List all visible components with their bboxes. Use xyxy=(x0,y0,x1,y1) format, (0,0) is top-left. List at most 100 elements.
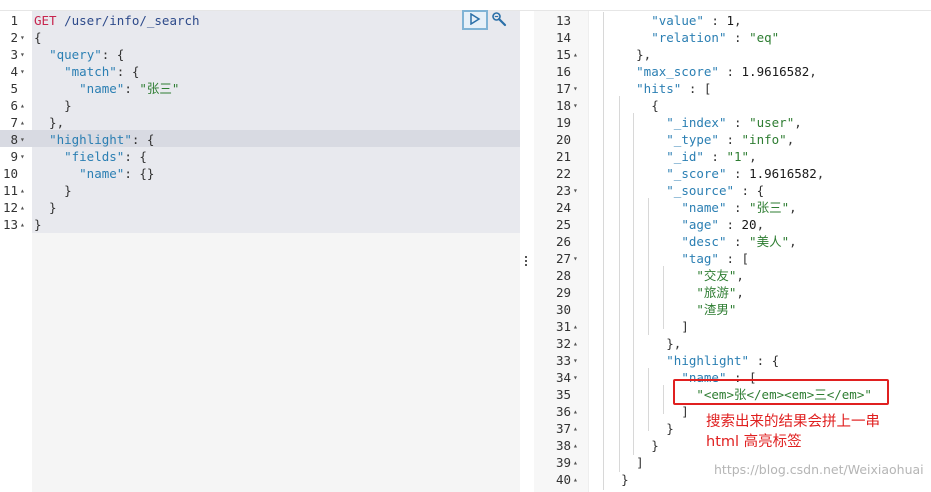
fold-end-icon[interactable]: ▴ xyxy=(20,114,25,131)
response-line-number: 20 xyxy=(555,132,571,147)
pane-splitter[interactable] xyxy=(520,11,534,492)
response-code-line[interactable]: }, xyxy=(591,46,651,63)
fold-end-icon[interactable]: ▴ xyxy=(20,97,25,114)
response-code-line[interactable]: "_index" : "user", xyxy=(591,114,801,131)
fold-end-icon[interactable]: ▴ xyxy=(573,420,578,437)
response-code-line[interactable]: "max_score" : 1.9616582, xyxy=(591,63,817,80)
response-code-line[interactable]: }, xyxy=(591,335,681,352)
response-code-line[interactable]: "旅游", xyxy=(591,284,744,301)
request-code-line[interactable]: }, xyxy=(34,114,64,131)
request-token: } xyxy=(34,183,72,198)
fold-end-icon[interactable]: ▴ xyxy=(573,471,578,488)
request-token: "张三" xyxy=(139,81,180,96)
wrench-icon xyxy=(491,11,507,30)
run-request-button[interactable] xyxy=(462,10,488,30)
response-code-line[interactable]: } xyxy=(591,420,674,437)
fold-toggle-icon[interactable]: ▾ xyxy=(573,80,578,97)
request-code-line[interactable]: } xyxy=(34,199,57,216)
request-code-line[interactable]: { xyxy=(34,29,42,46)
response-token: } xyxy=(591,438,659,453)
request-line-number: 4 xyxy=(10,64,18,79)
request-line-number: 12 xyxy=(2,200,18,215)
fold-end-icon[interactable]: ▴ xyxy=(573,318,578,335)
response-code-line[interactable]: } xyxy=(591,471,629,488)
fold-end-icon[interactable]: ▴ xyxy=(20,216,25,233)
fold-end-icon[interactable]: ▴ xyxy=(573,403,578,420)
response-code-line[interactable]: "tag" : [ xyxy=(591,250,749,267)
response-token: , xyxy=(736,285,744,300)
request-line-number: 7 xyxy=(10,115,18,130)
fold-toggle-icon[interactable]: ▾ xyxy=(20,29,25,46)
response-code-line[interactable]: { xyxy=(591,97,659,114)
request-editor[interactable]: 1 GET /user/info/_search 2 ▾{3 ▾ "query": {4… xyxy=(0,11,520,492)
request-token: "name" xyxy=(79,166,125,181)
request-code-line[interactable]: } xyxy=(34,97,72,114)
request-code-line[interactable]: "query": { xyxy=(34,46,124,63)
response-code-line[interactable]: "_score" : 1.9616582, xyxy=(591,165,824,182)
response-token: ] xyxy=(591,455,644,470)
response-code-line[interactable]: "_id" : "1", xyxy=(591,148,756,165)
fold-toggle-icon[interactable]: ▾ xyxy=(573,97,578,114)
response-code-line[interactable]: "highlight" : { xyxy=(591,352,779,369)
fold-end-icon[interactable]: ▴ xyxy=(573,454,578,471)
response-code-line[interactable]: "age" : 20, xyxy=(591,216,764,233)
response-line-number: 19 xyxy=(555,115,571,130)
response-token: "name" xyxy=(681,200,727,215)
response-line-number: 34 xyxy=(555,370,571,385)
request-code-line[interactable]: } xyxy=(34,216,42,233)
response-token xyxy=(591,30,651,45)
response-code-line[interactable]: "value" : 1, xyxy=(591,12,741,29)
request-code-line[interactable]: "match": { xyxy=(34,63,139,80)
fold-end-icon[interactable]: ▴ xyxy=(20,182,25,199)
response-code-line[interactable]: "relation" : "eq" xyxy=(591,29,779,46)
fold-toggle-icon[interactable]: ▾ xyxy=(20,131,25,148)
response-line-number: 22 xyxy=(555,166,571,181)
fold-end-icon[interactable]: ▴ xyxy=(573,437,578,454)
response-code-line[interactable]: "_source" : { xyxy=(591,182,764,199)
response-code-line[interactable]: "desc" : "美人", xyxy=(591,233,796,250)
fold-end-icon[interactable]: ▴ xyxy=(573,46,578,63)
request-code-line[interactable]: GET /user/info/_search xyxy=(34,12,200,29)
fold-toggle-icon[interactable]: ▾ xyxy=(573,352,578,369)
request-code-line[interactable]: "highlight": { xyxy=(34,131,154,148)
highlight-annotation-box xyxy=(673,379,889,405)
response-code-line[interactable]: ] xyxy=(591,318,689,335)
fold-toggle-icon[interactable]: ▾ xyxy=(573,182,578,199)
drag-handle-icon[interactable] xyxy=(524,256,528,270)
response-code-line[interactable]: "渣男" xyxy=(591,301,736,318)
response-code-line[interactable]: ] xyxy=(591,454,644,471)
response-code-line[interactable]: "交友", xyxy=(591,267,744,284)
response-code-line[interactable]: "name" : "张三", xyxy=(591,199,797,216)
fold-toggle-icon[interactable]: ▾ xyxy=(20,63,25,80)
response-token: "_id" xyxy=(666,149,704,164)
response-token: : xyxy=(726,166,750,181)
response-code-line[interactable]: "hits" : [ xyxy=(591,80,711,97)
response-token: "_score" xyxy=(666,166,727,181)
fold-toggle-icon[interactable]: ▾ xyxy=(573,250,578,267)
response-code-line[interactable]: } xyxy=(591,437,659,454)
request-token xyxy=(34,47,49,62)
fold-end-icon[interactable]: ▴ xyxy=(20,199,25,216)
request-token: "query" xyxy=(49,47,102,62)
response-code-line[interactable]: ] xyxy=(591,403,689,420)
request-code-area[interactable] xyxy=(32,11,520,233)
request-token: : xyxy=(124,81,140,96)
fold-end-icon[interactable]: ▴ xyxy=(573,335,578,352)
response-token: , xyxy=(789,200,797,215)
request-line-number: 2 xyxy=(10,30,18,45)
response-line-number: 32 xyxy=(555,336,571,351)
response-token: "_type" xyxy=(666,132,719,147)
request-settings-button[interactable] xyxy=(489,10,509,30)
request-code-line[interactable]: "fields": { xyxy=(34,148,147,165)
request-empty-area[interactable] xyxy=(32,233,520,492)
response-token xyxy=(591,268,696,283)
response-code-line[interactable]: "_type" : "info", xyxy=(591,131,794,148)
fold-toggle-icon[interactable]: ▾ xyxy=(20,46,25,63)
request-token: }, xyxy=(34,115,65,130)
request-code-line[interactable]: "name": {} xyxy=(34,165,154,182)
request-code-line[interactable]: "name": "张三" xyxy=(34,80,179,97)
fold-toggle-icon[interactable]: ▾ xyxy=(573,369,578,386)
fold-toggle-icon[interactable]: ▾ xyxy=(20,148,25,165)
request-code-line[interactable]: } xyxy=(34,182,72,199)
response-line-number: 23 xyxy=(555,183,571,198)
